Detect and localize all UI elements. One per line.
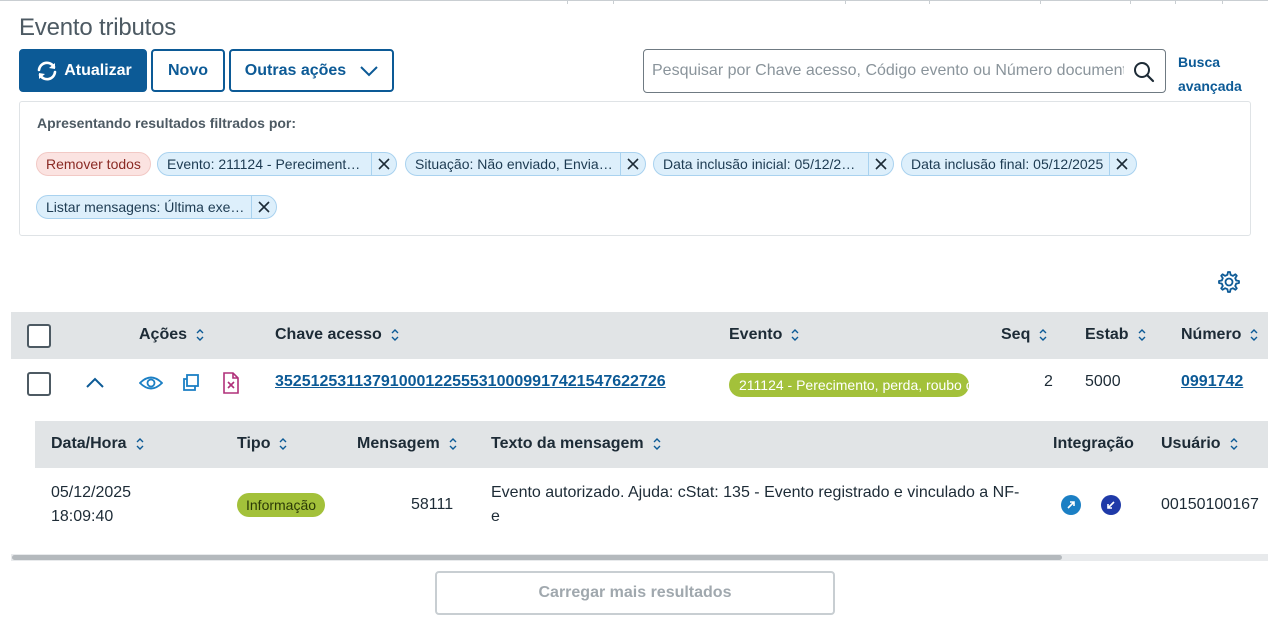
- column-header-seq[interactable]: Seq: [1001, 326, 1048, 344]
- data-value: 05/12/2025: [51, 484, 132, 501]
- sort-icon: [1039, 329, 1047, 341]
- column-label: Chave acesso: [275, 326, 382, 343]
- close-icon[interactable]: [1109, 153, 1134, 175]
- close-icon[interactable]: [620, 153, 645, 175]
- hora-value: 18:09:40: [51, 508, 114, 525]
- close-icon[interactable]: [868, 153, 893, 175]
- refresh-button[interactable]: Atualizar: [19, 49, 147, 92]
- filter-panel: Apresentando resultados filtrados por: R…: [19, 101, 1251, 236]
- search-icon[interactable]: [1133, 61, 1155, 83]
- other-actions-button[interactable]: Outras ações: [229, 49, 394, 92]
- table-header: Ações Chave acesso Evento Seq Estab Núme…: [11, 312, 1268, 359]
- evento-badge: 211124 - Perecimento, perda, roubo ou fu…: [729, 373, 969, 397]
- search-box: [643, 49, 1166, 93]
- table-row: 3525125311379100012255531000991742154762…: [11, 359, 1268, 407]
- column-label: Integração: [1053, 435, 1134, 452]
- sort-icon: [391, 329, 399, 341]
- filter-chip-label: Evento: 211124 - Perecimento, perda, rou…: [167, 156, 365, 172]
- sort-icon: [196, 329, 204, 341]
- texto-line-2: e: [491, 508, 500, 525]
- sort-icon: [136, 438, 144, 450]
- column-header-texto[interactable]: Texto da mensagem: [491, 435, 662, 453]
- sort-icon: [1250, 329, 1258, 341]
- sort-icon: [791, 329, 799, 341]
- usuario-value: 00150100167: [1161, 496, 1259, 513]
- filter-chip-evento: Evento: 211124 - Perecimento, perda, rou…: [157, 152, 397, 176]
- filter-chip-data-final: Data inclusão final: 05/12/2025: [901, 152, 1137, 176]
- filter-chip-listar-mensagens: Listar mensagens: Última execução: [36, 195, 277, 219]
- texto-line-1: Evento autorizado. Ajuda: cStat: 135 - E…: [491, 484, 1020, 501]
- column-label: Estab: [1085, 326, 1129, 343]
- refresh-button-label: Atualizar: [64, 61, 132, 79]
- column-label: Seq: [1001, 326, 1031, 343]
- arrow-down-left-icon[interactable]: [1101, 495, 1121, 515]
- filter-chip-situacao: Situação: Não enviado, Enviado: [405, 152, 646, 176]
- top-border: [0, 0, 1268, 4]
- refresh-icon: [37, 61, 57, 80]
- sort-icon: [653, 438, 661, 450]
- row-checkbox[interactable]: [27, 372, 51, 396]
- message-row: 05/12/2025 18:09:40 Informação 58111 Eve…: [35, 468, 1268, 548]
- column-header-usuario[interactable]: Usuário: [1161, 435, 1239, 453]
- column-header-evento[interactable]: Evento: [729, 326, 800, 344]
- column-label: Número: [1181, 326, 1242, 343]
- filter-chip-data-inicial: Data inclusão inicial: 05/12/2025: [653, 152, 894, 176]
- sort-icon: [279, 438, 287, 450]
- column-label: Tipo: [237, 435, 271, 452]
- column-header-numero[interactable]: Número: [1181, 326, 1259, 344]
- horizontal-scrollbar[interactable]: [11, 554, 1268, 561]
- filter-chip-label: Data inclusão final: 05/12/2025: [911, 156, 1104, 172]
- mensagem-value: 58111: [411, 496, 454, 513]
- filter-chip-label: Listar mensagens: Última execução: [46, 199, 245, 215]
- column-label: Texto da mensagem: [491, 435, 644, 452]
- file-x-icon[interactable]: [221, 372, 241, 394]
- advanced-search-link[interactable]: Busca avançada: [1178, 50, 1248, 98]
- column-label: Data/Hora: [51, 435, 127, 452]
- page-title: Evento tributos: [19, 14, 177, 41]
- scrollbar-thumb[interactable]: [12, 555, 1062, 560]
- copy-icon[interactable]: [181, 373, 201, 393]
- column-header-mensagem[interactable]: Mensagem: [357, 435, 458, 453]
- sort-icon: [1138, 329, 1146, 341]
- column-label: Usuário: [1161, 435, 1221, 452]
- column-label: Ações: [139, 326, 188, 343]
- chevron-down-icon: [360, 65, 378, 76]
- estab-value: 5000: [1085, 373, 1121, 390]
- close-icon[interactable]: [371, 153, 396, 175]
- numero-link[interactable]: 0991742: [1181, 373, 1243, 391]
- eye-icon[interactable]: [139, 373, 163, 393]
- select-all-checkbox[interactable]: [27, 324, 51, 348]
- gear-icon[interactable]: [1217, 270, 1241, 294]
- column-label: Mensagem: [357, 435, 440, 452]
- chave-acesso-link[interactable]: 3525125311379100012255531000991742154762…: [275, 373, 666, 391]
- search-input[interactable]: [652, 60, 1124, 82]
- column-header-tipo[interactable]: Tipo: [237, 435, 288, 453]
- chevron-up-icon[interactable]: [86, 377, 104, 389]
- close-icon[interactable]: [251, 196, 276, 218]
- tipo-badge: Informação: [237, 493, 326, 517]
- filter-chip-label: Situação: Não enviado, Enviado: [415, 156, 614, 172]
- arrow-up-right-icon[interactable]: [1061, 495, 1081, 515]
- filter-chip-label: Data inclusão inicial: 05/12/2025: [663, 156, 862, 172]
- column-header-acoes[interactable]: Ações: [139, 326, 205, 344]
- sort-icon: [1230, 438, 1238, 450]
- new-button[interactable]: Novo: [151, 49, 225, 92]
- column-header-data-hora[interactable]: Data/Hora: [51, 435, 145, 453]
- load-more-button[interactable]: Carregar mais resultados: [435, 571, 835, 615]
- column-header-chave-acesso[interactable]: Chave acesso: [275, 326, 400, 344]
- seq-value: 2: [1044, 373, 1053, 390]
- remove-all-filters-chip[interactable]: Remover todos: [36, 152, 151, 176]
- messages-header: Data/Hora Tipo Mensagem Texto da mensage…: [35, 421, 1268, 468]
- filter-title: Apresentando resultados filtrados por:: [37, 115, 297, 131]
- other-actions-label: Outras ações: [244, 61, 347, 79]
- column-header-estab[interactable]: Estab: [1085, 326, 1147, 344]
- column-label: Evento: [729, 326, 783, 343]
- new-button-label: Novo: [168, 61, 208, 79]
- column-header-integracao: Integração: [1053, 435, 1134, 453]
- sort-icon: [449, 438, 457, 450]
